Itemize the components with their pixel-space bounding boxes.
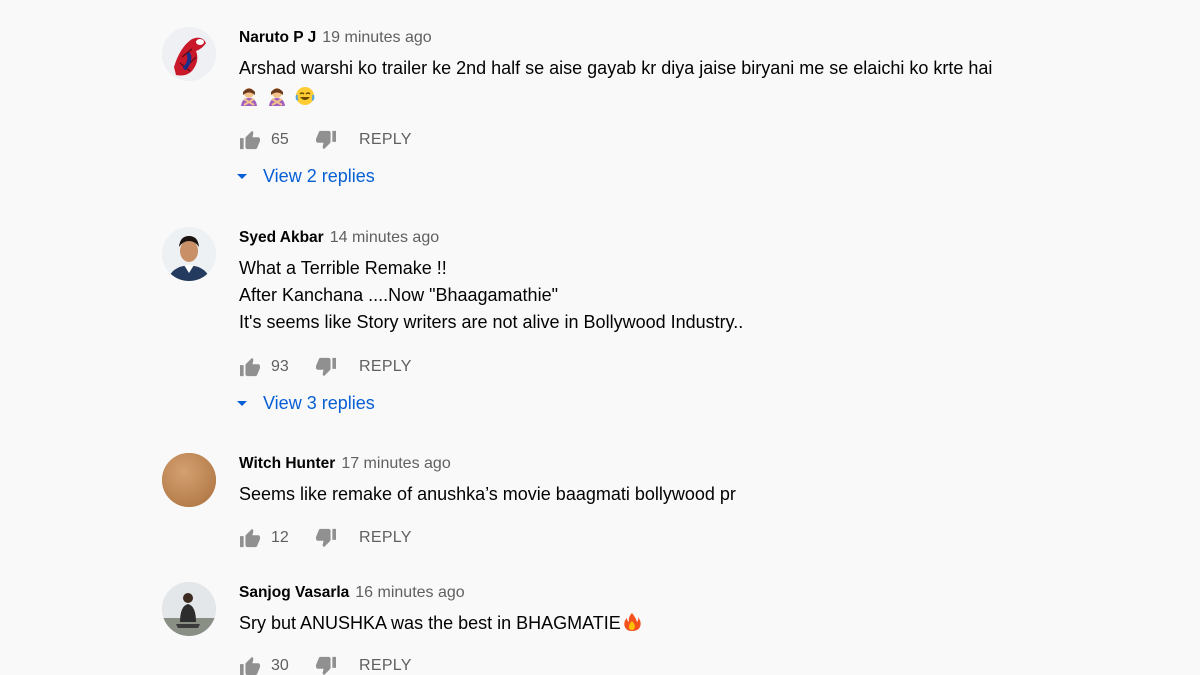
thumbs-down-icon [316, 357, 336, 377]
thumbs-up-icon [240, 130, 260, 150]
man-sitting-avatar-icon [162, 582, 216, 636]
comment-text: Arshad warshi ko trailer ke 2nd half se … [239, 55, 1142, 109]
reply-button[interactable]: REPLY [359, 529, 412, 547]
author-avatar[interactable] [162, 227, 216, 281]
caret-down-icon [237, 174, 247, 179]
like-count: 93 [271, 358, 289, 375]
author-name[interactable]: Naruto P J [239, 29, 316, 46]
comment-actions: 93 REPLY [239, 355, 412, 379]
fire-emoji-icon [624, 613, 641, 632]
comment-text-line: After Kanchana ....Now "Bhaagamathie" [239, 285, 558, 305]
thumbs-down-icon [316, 130, 336, 150]
reply-button[interactable]: REPLY [359, 358, 412, 376]
comment-text-line: Arshad warshi ko trailer ke 2nd half se … [239, 58, 993, 78]
spiderman-avatar-icon [162, 27, 216, 81]
author-name[interactable]: Witch Hunter [239, 455, 335, 472]
comment-body: Naruto P J 19 minutes ago Arshad warshi k… [237, 27, 1142, 186]
dislike-button[interactable] [315, 356, 337, 378]
comment-text: What a Terrible Remake !! After Kanchana… [239, 255, 1142, 336]
dislike-button[interactable] [315, 129, 337, 151]
woman-gesturing-no-emoji-icon [269, 88, 286, 107]
like-button[interactable] [239, 356, 261, 378]
comment-header: Naruto P J 19 minutes ago [239, 27, 1142, 49]
thumbs-up-icon [240, 357, 260, 377]
comment-header: Witch Hunter 17 minutes ago [239, 453, 1142, 475]
author-avatar[interactable] [162, 453, 216, 507]
comment-text-line: Seems like remake of anushka’s movie baa… [239, 484, 736, 504]
comment-body: Sanjog Vasarla 16 minutes ago Sry but ANU… [239, 582, 1142, 675]
view-replies-label: View 3 replies [263, 392, 375, 413]
author-name[interactable]: Syed Akbar [239, 229, 324, 246]
comment-timestamp[interactable]: 19 minutes ago [322, 29, 431, 46]
face-with-tears-of-joy-emoji-icon [295, 87, 315, 106]
comment-actions: 12 REPLY [239, 526, 412, 550]
comment-timestamp[interactable]: 17 minutes ago [341, 455, 450, 472]
like-button[interactable] [239, 527, 261, 549]
thumbs-up-icon [240, 656, 260, 675]
comment-timestamp[interactable]: 14 minutes ago [330, 229, 439, 246]
comment-text: Seems like remake of anushka’s movie baa… [239, 481, 1142, 508]
view-replies-button[interactable]: View 2 replies [235, 163, 375, 189]
dislike-button[interactable] [315, 527, 337, 549]
caret-down-icon [237, 401, 247, 406]
like-count: 12 [271, 529, 289, 546]
author-avatar[interactable] [162, 27, 216, 81]
dislike-button[interactable] [315, 655, 337, 675]
comment-body: Syed Akbar 14 minutes ago What a Terrible… [237, 227, 1142, 413]
view-replies-button[interactable]: View 3 replies [235, 390, 375, 416]
comment-text-line: It's seems like Story writers are not al… [239, 312, 744, 332]
reply-button[interactable]: REPLY [359, 131, 412, 149]
comment-text-line: Sry but ANUSHKA was the best in BHAGMATI… [239, 610, 1142, 637]
emoji-row [239, 82, 1142, 109]
comments-section: Naruto P J 19 minutes ago Arshad warshi k… [0, 0, 1200, 675]
like-count: 65 [271, 131, 289, 148]
author-avatar[interactable] [162, 582, 216, 636]
thumbs-down-icon [316, 528, 336, 548]
comment-body: Witch Hunter 17 minutes ago Seems like re… [239, 453, 1142, 548]
reply-button[interactable]: REPLY [359, 657, 412, 675]
woman-gesturing-no-emoji-icon [241, 88, 257, 107]
man-photo-avatar-icon [162, 227, 216, 281]
like-count: 30 [271, 657, 289, 674]
comment-text-content: Sry but ANUSHKA was the best in BHAGMATI… [239, 613, 621, 633]
view-replies-label: View 2 replies [263, 165, 375, 186]
comment-actions: 30 REPLY [239, 654, 412, 675]
comment-header: Syed Akbar 14 minutes ago [239, 227, 1142, 249]
like-button[interactable] [239, 655, 261, 675]
thumbs-down-icon [316, 656, 336, 675]
comment-text-line: What a Terrible Remake !! [239, 258, 447, 278]
author-name[interactable]: Sanjog Vasarla [239, 584, 349, 601]
brown-circle-avatar-icon [162, 453, 216, 507]
comment-actions: 65 REPLY [239, 128, 412, 152]
comment-timestamp[interactable]: 16 minutes ago [355, 584, 464, 601]
comment-text: Sry but ANUSHKA was the best in BHAGMATI… [239, 610, 1142, 637]
comment-header: Sanjog Vasarla 16 minutes ago [239, 582, 1142, 604]
thumbs-up-icon [240, 528, 260, 548]
like-button[interactable] [239, 129, 261, 151]
